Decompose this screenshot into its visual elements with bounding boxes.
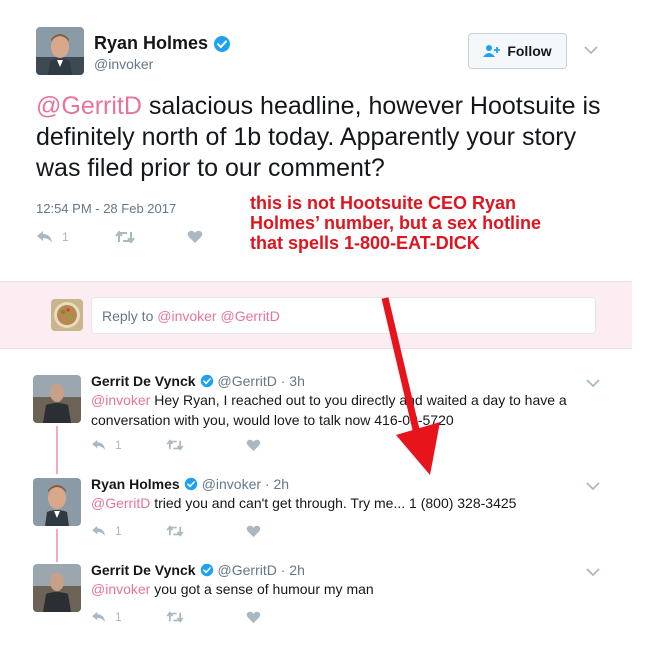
reply-icon xyxy=(92,439,105,451)
reply-body-tail: 03-5720 xyxy=(402,412,454,428)
add-user-icon xyxy=(483,45,501,57)
verified-badge-icon xyxy=(200,563,213,577)
retweet-icon xyxy=(114,230,135,244)
avatar[interactable] xyxy=(33,375,81,423)
reply-author-name[interactable]: Gerrit De Vynck xyxy=(91,373,196,389)
retweet-button[interactable] xyxy=(166,439,184,451)
like-button[interactable] xyxy=(246,439,261,452)
tweet-mention[interactable]: @GerritD xyxy=(36,92,142,120)
reply-count: 1 xyxy=(115,438,122,452)
avatar[interactable] xyxy=(33,478,81,526)
thread-line xyxy=(56,426,58,474)
avatar[interactable] xyxy=(33,564,81,612)
author-name-text[interactable]: Ryan Holmes xyxy=(94,33,208,54)
reply-button[interactable]: 1 xyxy=(91,524,122,538)
verified-badge-icon xyxy=(200,374,213,388)
reply-meta[interactable]: @GerritD · 2h xyxy=(218,562,305,578)
heart-icon xyxy=(246,439,260,451)
reply-button[interactable]: 1 xyxy=(36,230,69,244)
reply-icon xyxy=(92,525,105,537)
retweet-icon xyxy=(166,439,184,451)
reply-mention[interactable]: @invoker xyxy=(91,392,150,408)
reply-text: @GerritD tried you and can't get through… xyxy=(91,493,591,513)
reply-actions: 1 xyxy=(91,610,261,624)
chevron-down-icon[interactable] xyxy=(584,42,598,58)
reply-button[interactable]: 1 xyxy=(91,610,122,624)
chevron-down-icon[interactable] xyxy=(586,564,600,580)
tweet-timestamp[interactable]: 12:54 PM - 28 Feb 2017 xyxy=(36,201,176,216)
current-user-avatar xyxy=(51,299,83,331)
heart-icon xyxy=(246,611,260,623)
tweet-text: @GerritD salacious headline, however Hoo… xyxy=(36,91,606,184)
reply-count: 1 xyxy=(115,524,122,538)
avatar[interactable] xyxy=(36,27,84,75)
heart-icon xyxy=(187,230,202,243)
like-button[interactable] xyxy=(187,230,203,244)
reply-button[interactable]: 1 xyxy=(91,438,122,452)
follow-button[interactable]: Follow xyxy=(468,33,567,69)
retweet-button[interactable] xyxy=(166,611,184,623)
reply-body: Hey Ryan, I reached out to you directly … xyxy=(91,392,567,428)
reply-icon xyxy=(37,231,52,243)
reply-author-name[interactable]: Ryan Holmes xyxy=(91,476,180,492)
verified-badge-icon xyxy=(214,35,231,52)
like-button[interactable] xyxy=(246,611,261,624)
reply-mention[interactable]: @invoker xyxy=(91,581,150,597)
verified-badge-icon xyxy=(184,477,197,491)
reply-mentions: @invoker @GerritD xyxy=(157,308,280,324)
reply-text: @invoker you got a sense of humour my ma… xyxy=(91,579,591,599)
reply-mention[interactable]: @GerritD xyxy=(91,495,150,511)
reply-header: Ryan Holmes @invoker · 2h xyxy=(91,476,289,492)
reply-count: 1 xyxy=(115,610,122,624)
like-button[interactable] xyxy=(246,525,261,538)
reply-body: you got a sense of humour my man xyxy=(150,581,374,597)
annotation-text: this is not Hootsuite CEO Ryan Holmes’ n… xyxy=(250,193,542,253)
retweet-icon xyxy=(166,611,184,623)
chevron-down-icon[interactable] xyxy=(586,478,600,494)
reply-count: 1 xyxy=(62,230,69,244)
author-handle[interactable]: @invoker xyxy=(94,56,153,72)
retweet-icon xyxy=(166,525,184,537)
follow-label: Follow xyxy=(507,43,552,59)
reply-icon xyxy=(92,611,105,623)
retweet-button[interactable] xyxy=(114,230,135,244)
reply-text: @invoker Hey Ryan, I reached out to you … xyxy=(91,390,591,430)
reply-actions: 1 xyxy=(91,524,261,538)
reply-actions: 1 xyxy=(91,438,261,452)
retweet-button[interactable] xyxy=(166,525,184,537)
reply-header: Gerrit De Vynck @GerritD · 2h xyxy=(91,562,305,578)
author-name[interactable]: Ryan Holmes xyxy=(94,33,231,54)
reply-meta[interactable]: @invoker · 2h xyxy=(202,476,289,492)
reply-prefix: Reply to xyxy=(102,308,158,324)
reply-input[interactable]: Reply to @invoker @GerritD xyxy=(91,297,596,334)
heart-icon xyxy=(246,525,260,537)
reply-meta[interactable]: @GerritD · 3h xyxy=(218,373,305,389)
reply-header: Gerrit De Vynck @GerritD · 3h xyxy=(91,373,305,389)
reply-body: tried you and can't get through. Try me.… xyxy=(150,495,517,511)
chevron-down-icon[interactable] xyxy=(586,375,600,391)
reply-author-name[interactable]: Gerrit De Vynck xyxy=(91,562,196,578)
tweet-actions: 1 xyxy=(36,230,203,244)
thread-line xyxy=(56,529,58,562)
